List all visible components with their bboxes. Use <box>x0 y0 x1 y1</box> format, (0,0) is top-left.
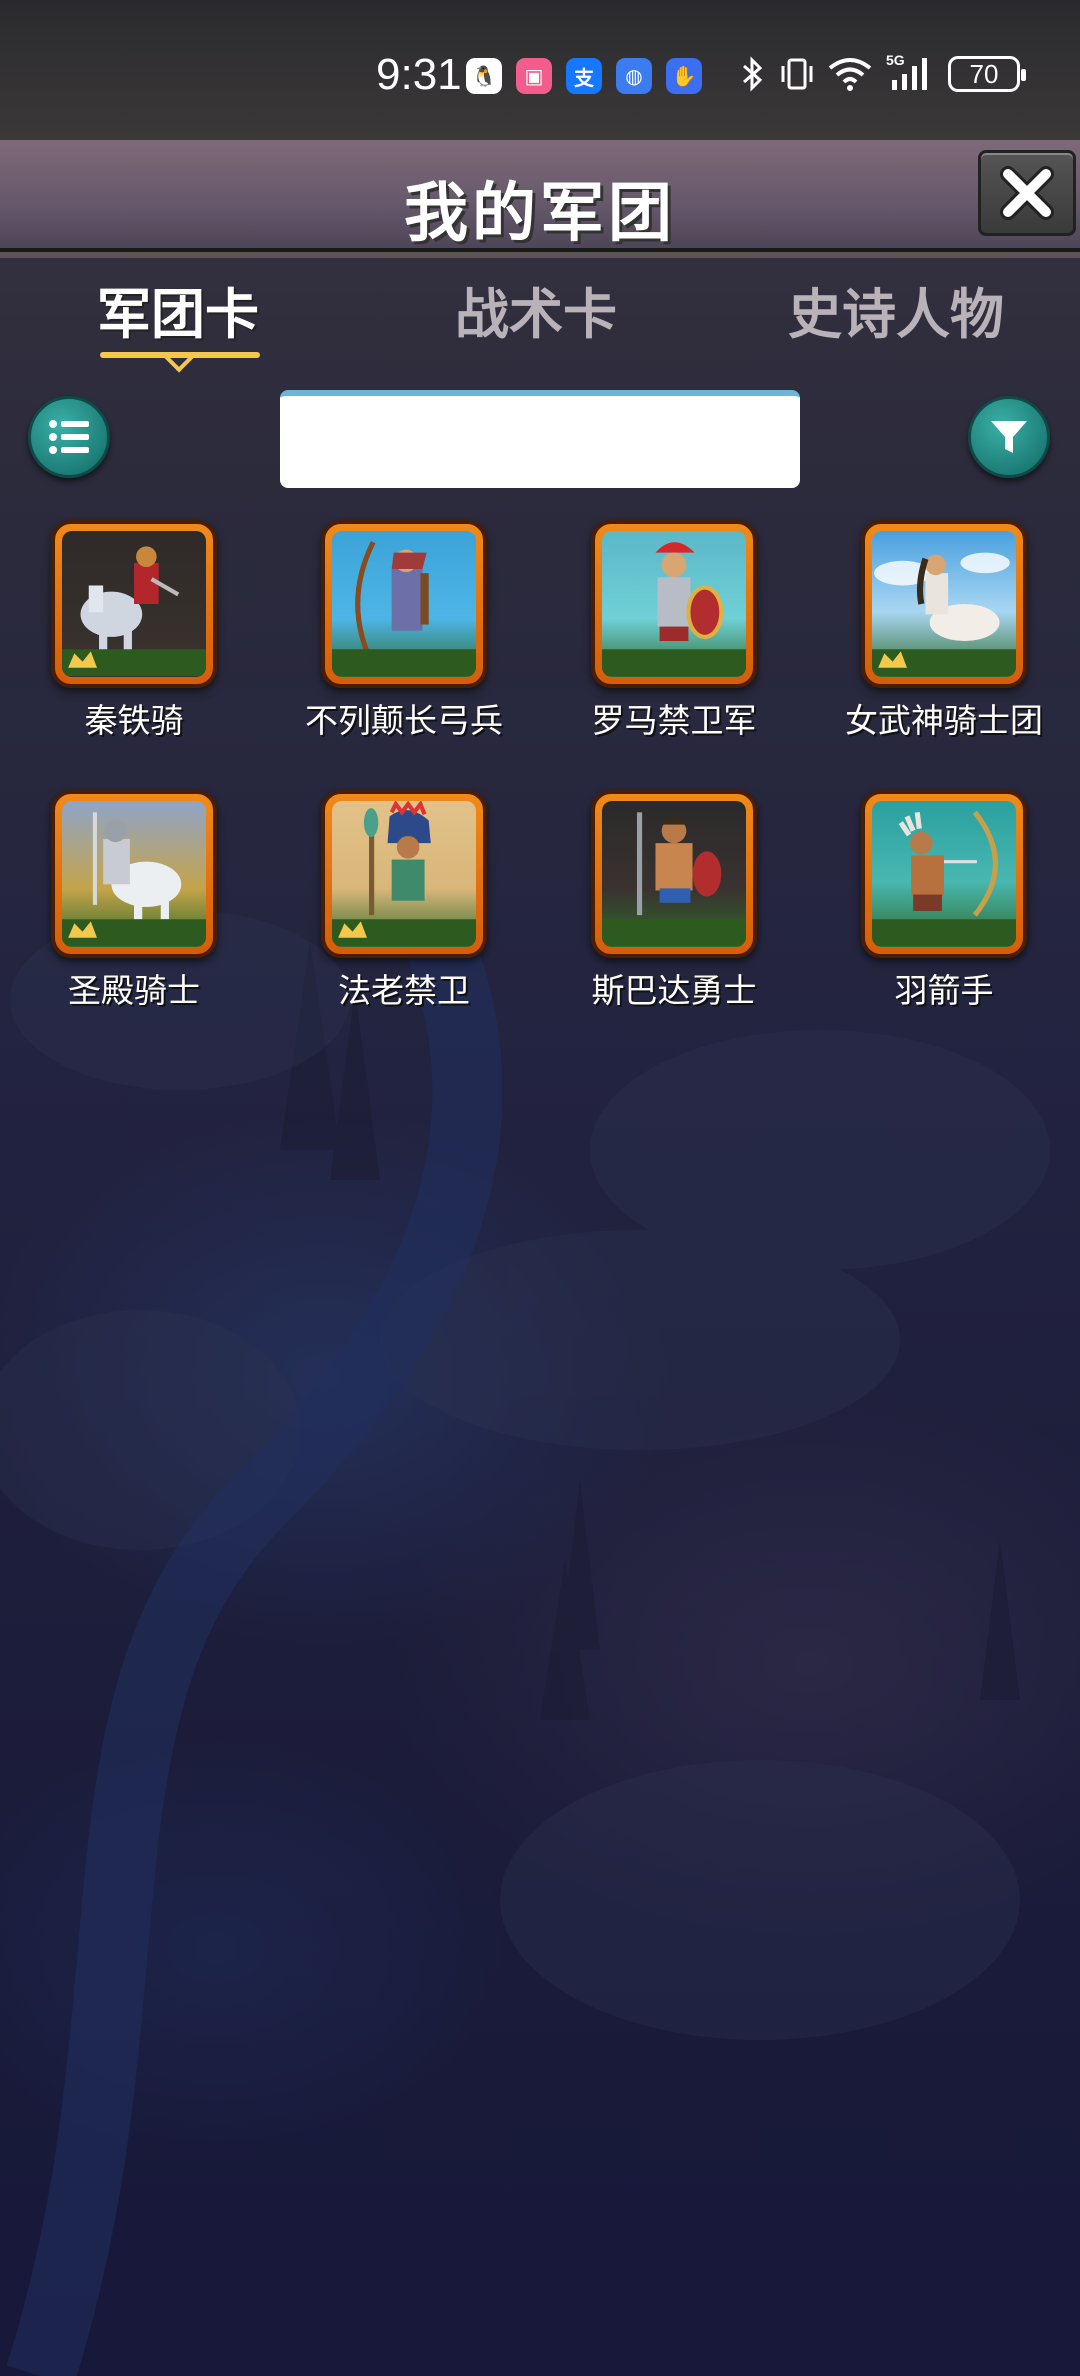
filter-icon <box>991 421 1027 453</box>
card-frame <box>321 520 487 688</box>
close-icon <box>1000 166 1054 220</box>
cellular-signal-icon: 5G <box>886 52 934 92</box>
longbow-archer-portrait <box>332 531 476 677</box>
list-view-button[interactable] <box>28 396 110 478</box>
card-frame <box>321 790 487 958</box>
notification-icons: 🐧 ▣ 支 ◍ ✋ <box>466 58 702 94</box>
system-icons: 5G 70 <box>740 52 1026 92</box>
tab-bar: 军团卡 战术卡 史诗人物 <box>0 270 1080 373</box>
tab-tactic-cards[interactable]: 战术卡 <box>376 270 696 349</box>
tab-epic-characters[interactable]: 史诗人物 <box>736 270 1056 349</box>
legion-card[interactable]: 女武神骑士团 <box>824 520 1064 742</box>
accessibility-icon: ✋ <box>666 58 702 94</box>
tab-legion-cards[interactable]: 军团卡 <box>18 270 338 349</box>
spartan-warrior-portrait <box>602 801 746 947</box>
legion-card[interactable]: 秦铁骑 <box>14 520 254 742</box>
feather-archer-portrait <box>872 801 1016 947</box>
roman-guard-portrait <box>602 531 746 677</box>
tab-label: 史诗人物 <box>788 283 1004 346</box>
pharaoh-guard-portrait <box>332 801 476 947</box>
card-frame <box>861 520 1027 688</box>
vibrate-icon <box>781 58 813 90</box>
card-frame <box>591 520 757 688</box>
legion-card[interactable]: 罗马禁卫军 <box>554 520 794 742</box>
wifi-icon <box>828 58 872 91</box>
close-button[interactable] <box>978 150 1076 236</box>
legion-card[interactable]: 斯巴达勇士 <box>554 790 794 1012</box>
cavalry-knight-portrait <box>62 531 206 677</box>
alipay-icon: 支 <box>566 58 602 94</box>
card-name: 罗马禁卫军 <box>591 701 757 740</box>
status-time: 9:31 <box>376 50 462 99</box>
legion-card[interactable]: 羽箭手 <box>824 790 1064 1012</box>
card-frame <box>51 790 217 958</box>
card-name: 羽箭手 <box>894 971 994 1010</box>
card-name: 女武神骑士团 <box>845 701 1043 740</box>
page-title: 我的军团 <box>404 177 676 251</box>
card-name: 圣殿骑士 <box>68 971 200 1010</box>
valkyrie-rider-portrait <box>872 531 1016 677</box>
card-frame <box>51 520 217 688</box>
card-frame <box>861 790 1027 958</box>
card-name: 斯巴达勇士 <box>591 971 757 1010</box>
card-frame <box>591 790 757 958</box>
status-bar: 9:31 🐧 ▣ 支 ◍ ✋ 5G 70 <box>0 0 1080 140</box>
legion-card[interactable]: 圣殿骑士 <box>14 790 254 1012</box>
templar-knight-portrait <box>62 801 206 947</box>
browser-icon: ◍ <box>616 58 652 94</box>
filter-button[interactable] <box>968 396 1050 478</box>
tab-label: 战术卡 <box>455 283 617 346</box>
legion-card[interactable]: 法老禁卫 <box>284 790 524 1012</box>
card-name: 法老禁卫 <box>338 971 470 1010</box>
card-name: 不列颠长弓兵 <box>305 701 503 740</box>
search-input[interactable] <box>280 390 800 488</box>
list-icon <box>49 420 89 454</box>
card-name: 秦铁骑 <box>84 701 184 740</box>
bluetooth-icon <box>743 56 763 92</box>
title-bar: 我的军团 <box>0 140 1080 252</box>
qq-icon: 🐧 <box>466 58 502 94</box>
tab-label: 军团卡 <box>97 283 259 346</box>
legion-card[interactable]: 不列颠长弓兵 <box>284 520 524 742</box>
bilibili-icon: ▣ <box>516 58 552 94</box>
battery-indicator: 70 <box>948 56 1026 92</box>
battery-level: 70 <box>969 58 999 89</box>
